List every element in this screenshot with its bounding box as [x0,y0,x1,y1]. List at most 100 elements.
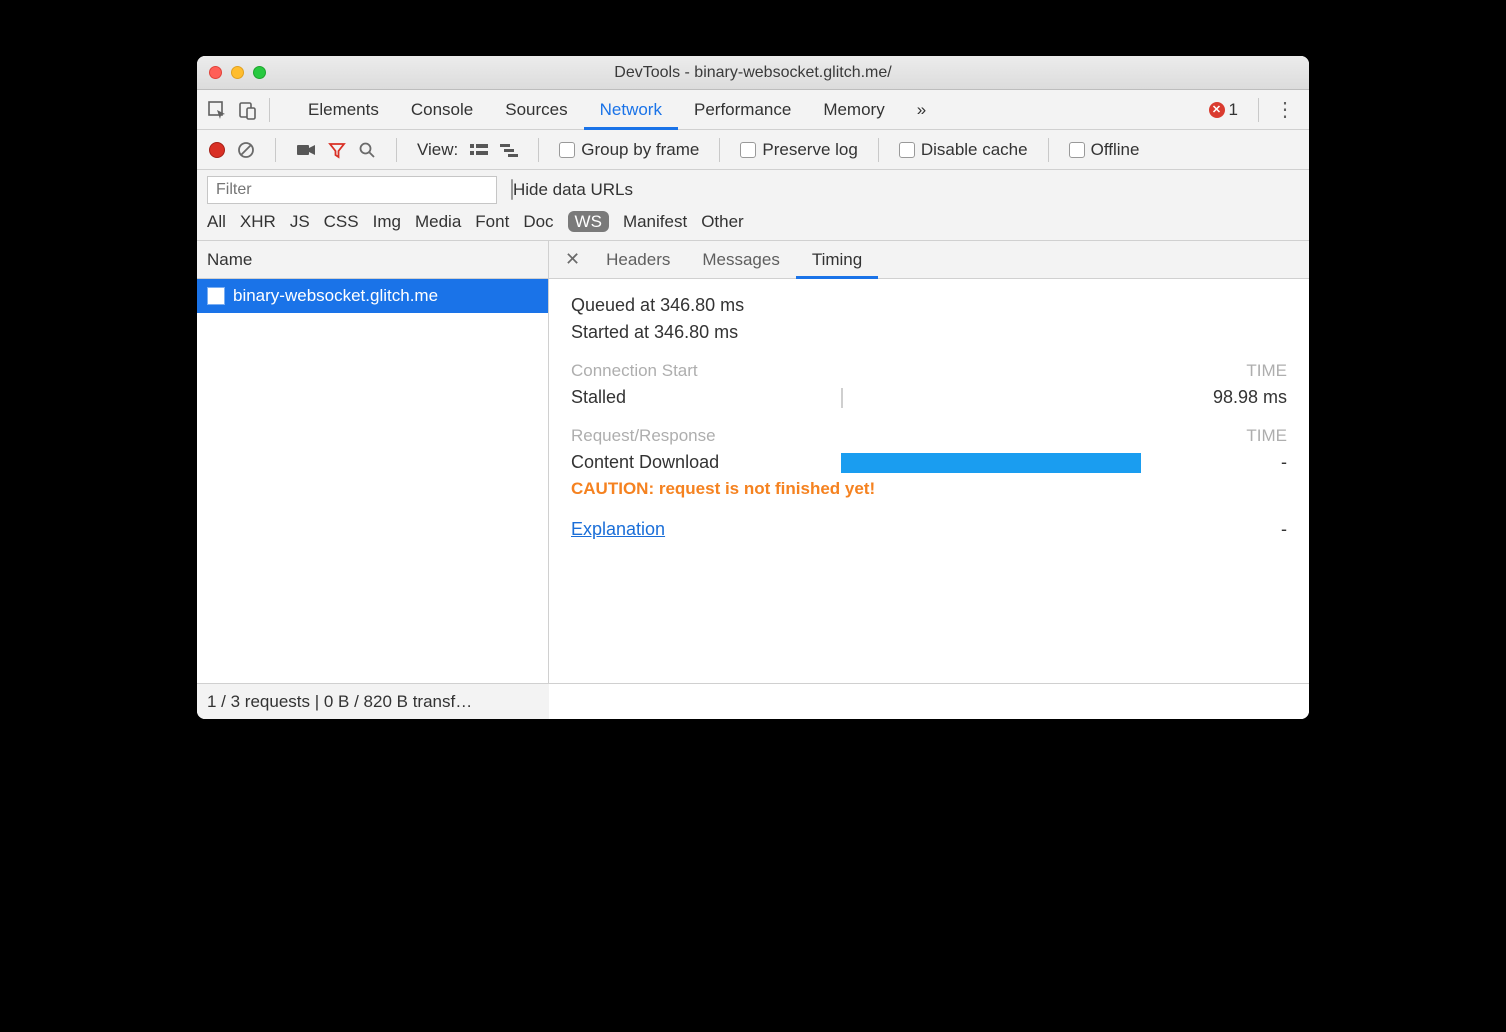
divider [878,138,879,162]
connection-start-label: Connection Start [571,361,698,381]
checkbox-icon [1069,142,1085,158]
time-header-label: TIME [1246,361,1287,381]
tab-elements[interactable]: Elements [292,90,395,130]
detail-tabs: ✕ Headers Messages Timing [549,241,1309,279]
offline-label: Offline [1091,140,1140,160]
filter-type-manifest[interactable]: Manifest [623,212,687,232]
network-toolbar: View: Group by frame Preserve log Disabl… [197,130,1309,170]
tab-sources[interactable]: Sources [489,90,583,130]
status-text: 1 / 3 requests | 0 B / 820 B transf… [207,692,472,712]
device-toggle-icon[interactable] [237,100,257,120]
divider [396,138,397,162]
divider [1048,138,1049,162]
stalled-value: 98.98 ms [1177,387,1287,408]
request-name: binary-websocket.glitch.me [233,286,438,306]
filter-bar: Hide data URLs All XHR JS CSS Img Media … [197,170,1309,241]
timing-panel: Queued at 346.80 ms Started at 346.80 ms… [549,279,1309,556]
close-detail-icon[interactable]: ✕ [555,249,590,270]
filter-type-other[interactable]: Other [701,212,744,232]
connection-section-header: Connection Start TIME [571,361,1287,381]
view-label: View: [417,140,458,160]
disable-cache-checkbox[interactable]: Disable cache [899,140,1028,160]
explanation-row: Explanation - [571,519,1287,540]
disable-cache-label: Disable cache [921,140,1028,160]
request-response-label: Request/Response [571,426,716,446]
tab-network[interactable]: Network [584,90,678,130]
offline-checkbox[interactable]: Offline [1069,140,1140,160]
divider [719,138,720,162]
kebab-menu-icon[interactable]: ⋮ [1271,97,1299,122]
queued-at: Queued at 346.80 ms [571,295,1287,316]
filter-type-xhr[interactable]: XHR [240,212,276,232]
content-download-value: - [1177,452,1287,473]
content-download-label: Content Download [571,452,841,473]
waterfall-icon[interactable] [500,143,518,157]
close-window-button[interactable] [209,66,222,79]
titlebar: DevTools - binary-websocket.glitch.me/ [197,56,1309,90]
inspect-element-icon[interactable] [207,100,227,120]
filter-type-js[interactable]: JS [290,212,310,232]
tab-overflow[interactable]: » [901,90,942,130]
document-icon [207,287,225,305]
filter-funnel-icon[interactable] [328,141,346,159]
record-button[interactable] [209,142,225,158]
divider [269,98,270,122]
checkbox-icon [899,142,915,158]
hide-data-urls-checkbox[interactable]: Hide data URLs [511,180,633,200]
detail-tab-headers[interactable]: Headers [590,241,686,279]
window-title: DevTools - binary-websocket.glitch.me/ [197,64,1309,82]
large-rows-icon[interactable] [470,143,488,157]
panel-tab-group: Elements Console Sources Network Perform… [292,90,942,130]
error-icon: ✕ [1209,102,1225,118]
bottom-right-spacer [549,683,1309,719]
stalled-bar [841,388,1177,408]
clear-icon[interactable] [237,141,255,159]
tab-performance[interactable]: Performance [678,90,807,130]
request-response-section-header: Request/Response TIME [571,426,1287,446]
minimize-window-button[interactable] [231,66,244,79]
stalled-label: Stalled [571,387,841,408]
divider [275,138,276,162]
content-download-bar [841,453,1177,473]
divider [538,138,539,162]
camera-icon[interactable] [296,143,316,157]
panel-tabs: Elements Console Sources Network Perform… [197,90,1309,130]
divider [1258,98,1259,122]
group-by-frame-label: Group by frame [581,140,699,160]
zoom-window-button[interactable] [253,66,266,79]
network-content: Name binary-websocket.glitch.me ✕ Header… [197,241,1309,683]
filter-types: All XHR JS CSS Img Media Font Doc WS Man… [207,212,1299,232]
detail-tab-timing[interactable]: Timing [796,241,878,279]
filter-type-all[interactable]: All [207,212,226,232]
filter-type-media[interactable]: Media [415,212,461,232]
request-list: binary-websocket.glitch.me [197,279,548,683]
group-by-frame-checkbox[interactable]: Group by frame [559,140,699,160]
filter-type-css[interactable]: CSS [324,212,359,232]
request-list-pane: Name binary-websocket.glitch.me [197,241,549,683]
caution-message: CAUTION: request is not finished yet! [571,479,1287,499]
request-detail-pane: ✕ Headers Messages Timing Queued at 346.… [549,241,1309,683]
started-at: Started at 346.80 ms [571,322,1287,343]
filter-type-doc[interactable]: Doc [523,212,553,232]
checkbox-icon [740,142,756,158]
stalled-row: Stalled 98.98 ms [571,387,1287,408]
filter-input[interactable] [207,176,497,204]
preserve-log-checkbox[interactable]: Preserve log [740,140,857,160]
detail-tab-messages[interactable]: Messages [686,241,795,279]
name-column-header[interactable]: Name [197,241,548,279]
checkbox-icon [559,142,575,158]
preserve-log-label: Preserve log [762,140,857,160]
explanation-link[interactable]: Explanation [571,519,665,540]
filter-type-font[interactable]: Font [475,212,509,232]
tab-memory[interactable]: Memory [807,90,900,130]
traffic-lights [197,66,266,79]
bottom-bar: 1 / 3 requests | 0 B / 820 B transf… [197,683,1309,719]
search-icon[interactable] [358,141,376,159]
filter-type-img[interactable]: Img [373,212,401,232]
error-count-badge[interactable]: ✕ 1 [1209,100,1238,120]
tab-console[interactable]: Console [395,90,489,130]
error-count: 1 [1229,100,1238,120]
content-download-row: Content Download - [571,452,1287,473]
request-row[interactable]: binary-websocket.glitch.me [197,279,548,313]
filter-type-ws[interactable]: WS [568,212,609,232]
